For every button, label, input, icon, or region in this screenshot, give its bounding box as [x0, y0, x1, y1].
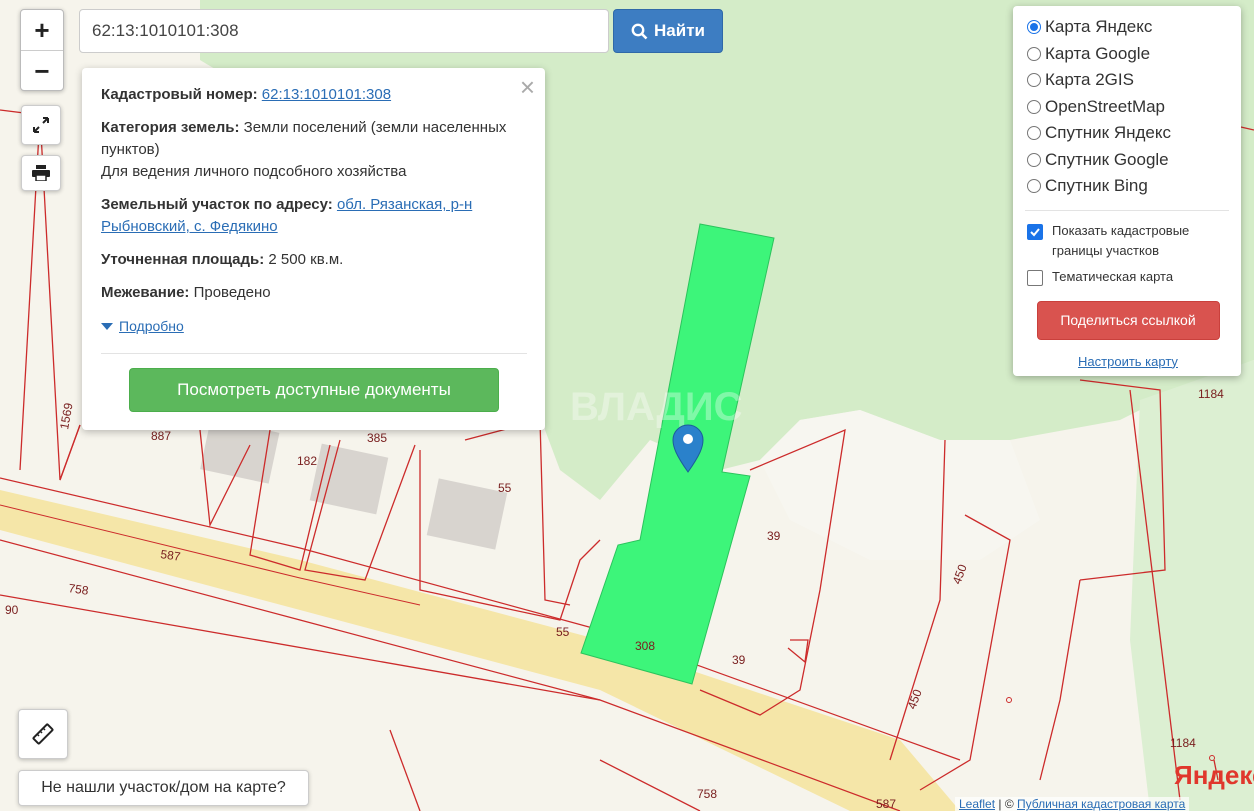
layer-option[interactable]: Спутник Bing	[1027, 173, 1229, 200]
details-toggle[interactable]: Подробно	[101, 315, 527, 337]
yandex-logo: Яндекс	[1174, 760, 1254, 790]
share-link-button[interactable]: Поделиться ссылкой	[1036, 300, 1220, 340]
area-value: 2 500 кв.м.	[268, 251, 344, 268]
printer-icon	[32, 165, 50, 181]
caret-down-icon	[101, 322, 113, 330]
layer-options: Карта Яндекс Карта Google Карта 2GIS OpenSt…	[1027, 14, 1229, 200]
parcel-number-label: 887	[151, 429, 171, 443]
map-attribution: Leaflet | © Публичная кадастровая карта	[955, 797, 1190, 811]
parcel-number-label: 587	[160, 547, 182, 564]
layer-option[interactable]: Карта 2GIS	[1027, 67, 1229, 94]
layer-option-label: Спутник Google	[1045, 149, 1169, 169]
parcel-number-label: 182	[297, 454, 317, 468]
parcel-number-label: 308	[635, 639, 655, 653]
configure-map-link[interactable]: Настроить карту	[1027, 354, 1229, 369]
search-input[interactable]	[79, 9, 609, 53]
zoom-out-button[interactable]: −	[21, 50, 63, 91]
details-label: Подробно	[119, 318, 184, 334]
layer-option-label: Карта 2GIS	[1045, 70, 1134, 90]
radio-unselected[interactable]	[1027, 126, 1041, 141]
close-icon[interactable]: ×	[520, 74, 535, 100]
checkbox-checked[interactable]	[1027, 223, 1043, 240]
land-category-row: Категория земель: Земли поселений (земли…	[101, 117, 527, 183]
radio-selected[interactable]	[1027, 20, 1041, 35]
parcel-number-label: 90	[5, 603, 19, 617]
zoom-control: + −	[20, 9, 64, 91]
land-category-label: Категория земель:	[101, 119, 240, 136]
map-layers-panel: Карта Яндекс Карта Google Карта 2GIS OpenSt…	[1013, 6, 1241, 376]
parcel-number-label: 1184	[1198, 387, 1224, 401]
parcel-number-label: 55	[556, 625, 570, 639]
address-label: Земельный участок по адресу:	[101, 196, 333, 213]
radio-unselected[interactable]	[1027, 99, 1041, 114]
parcel-number-label: 385	[367, 431, 387, 445]
layer-option[interactable]: Карта Google	[1027, 41, 1229, 68]
print-button[interactable]	[21, 155, 61, 191]
land-usage-value: Для ведения личного подсобного хозяйства	[101, 163, 407, 180]
show-borders-label: Показать кадастровые границы участков	[1052, 222, 1190, 258]
layer-option[interactable]: Спутник Яндекс	[1027, 120, 1229, 147]
layer-option[interactable]: Спутник Google	[1027, 147, 1229, 174]
parcel-number-label: 758	[697, 787, 717, 801]
survey-label: Межевание:	[101, 284, 190, 301]
not-found-button[interactable]: Не нашли участок/дом на карте?	[18, 770, 309, 806]
radio-unselected[interactable]	[1027, 46, 1041, 61]
search-button-label: Найти	[654, 21, 705, 40]
radio-unselected[interactable]	[1027, 73, 1041, 88]
layer-option-label: Карта Google	[1045, 43, 1151, 63]
parcel-number-label: 55	[498, 481, 512, 495]
view-documents-button[interactable]: Посмотреть доступные документы	[129, 368, 499, 412]
survey-value: Проведено	[193, 284, 271, 301]
parcel-number-label: 1184	[1170, 736, 1196, 750]
radio-unselected[interactable]	[1027, 152, 1041, 167]
watermark: ВЛАДИС	[570, 385, 742, 429]
zoom-in-button[interactable]: +	[21, 10, 63, 50]
layer-option-label: Спутник Яндекс	[1045, 123, 1171, 143]
layer-option[interactable]: Карта Яндекс	[1027, 14, 1229, 41]
layer-option-label: Карта Яндекс	[1045, 17, 1153, 37]
checkbox-unchecked[interactable]	[1027, 269, 1043, 286]
thematic-map-checkbox[interactable]: Тематическая карта	[1027, 267, 1229, 287]
cadastral-number-row: Кадастровый номер: 62:13:1010101:308	[101, 84, 527, 106]
radio-unselected[interactable]	[1027, 179, 1041, 194]
parcel-info-popup: × Кадастровый номер: 62:13:1010101:308 К…	[82, 68, 545, 430]
parcel-number-label: 587	[876, 797, 896, 811]
ruler-icon	[32, 723, 54, 745]
fullscreen-button[interactable]	[21, 105, 61, 145]
ruler-button[interactable]	[18, 709, 68, 759]
source-link[interactable]: Публичная кадастровая карта	[1017, 797, 1185, 811]
survey-row: Межевание: Проведено	[101, 282, 527, 304]
layer-option-label: Спутник Bing	[1045, 176, 1148, 196]
area-label: Уточненная площадь:	[101, 251, 265, 268]
search-icon	[631, 23, 648, 39]
check-icon	[1030, 227, 1040, 236]
expand-icon	[33, 117, 49, 133]
leaflet-link[interactable]: Leaflet	[959, 797, 995, 811]
attribution-separator: | ©	[995, 797, 1017, 811]
search-button[interactable]: Найти	[613, 9, 723, 53]
cadastral-number-label: Кадастровый номер:	[101, 86, 258, 103]
divider	[1025, 209, 1229, 211]
thematic-map-label: Тематическая карта	[1052, 268, 1174, 284]
parcel-number-label: 39	[732, 653, 746, 667]
cadastral-number-link[interactable]: 62:13:1010101:308	[262, 86, 391, 103]
parcel-number-label: 39	[767, 529, 781, 543]
area-row: Уточненная площадь: 2 500 кв.м.	[101, 249, 527, 271]
layer-option[interactable]: OpenStreetMap	[1027, 94, 1229, 121]
divider	[101, 353, 527, 354]
address-row: Земельный участок по адресу: обл. Рязанс…	[101, 194, 527, 238]
show-borders-checkbox[interactable]: Показать кадастровые границы участков	[1027, 221, 1229, 261]
parcel-number-label: 758	[68, 581, 90, 598]
layer-option-label: OpenStreetMap	[1045, 96, 1166, 116]
